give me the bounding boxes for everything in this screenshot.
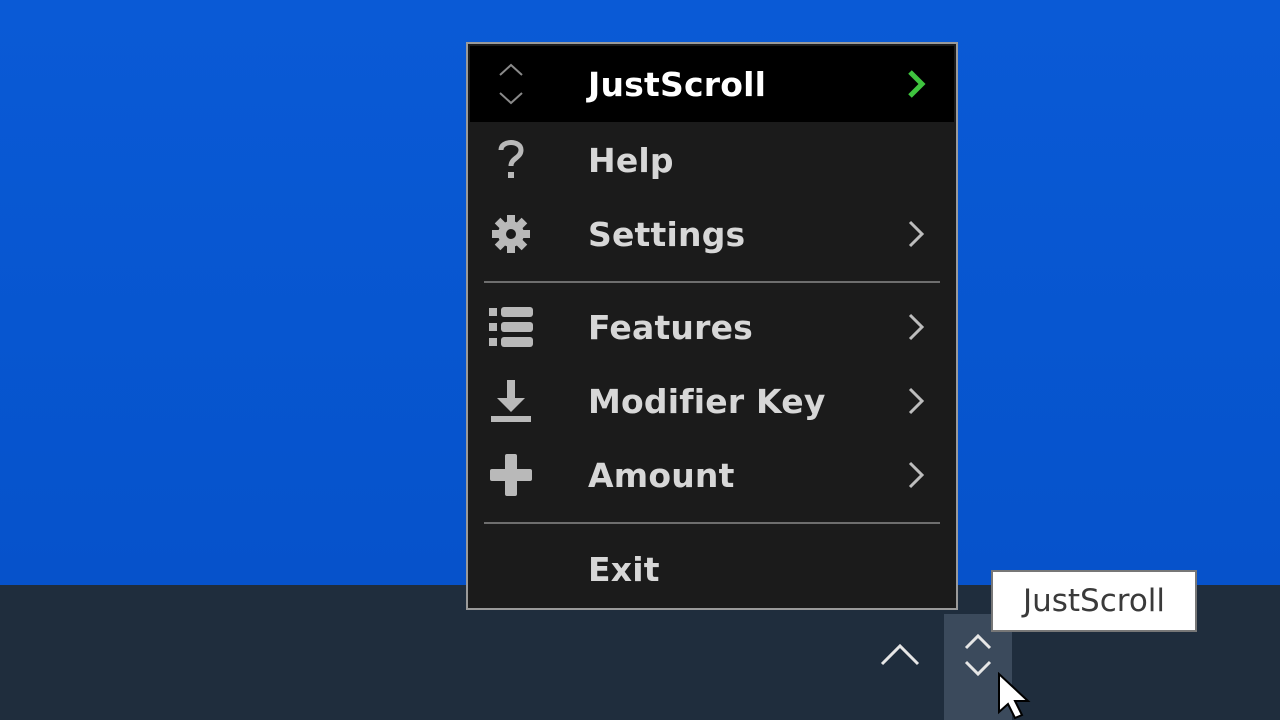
chevron-right-icon [904, 458, 928, 492]
question-icon [486, 135, 536, 185]
chevron-up-icon [880, 643, 920, 666]
menu-item-label: Help [588, 140, 674, 180]
menu-item-label: Settings [588, 214, 746, 254]
chevron-right-icon [904, 384, 928, 418]
scroll-updown-icon [964, 633, 992, 677]
context-menu: JustScroll Help Settings Features Modifi… [466, 42, 958, 610]
menu-item-modifier-key[interactable]: Modifier Key [470, 364, 954, 438]
plus-icon [486, 450, 536, 500]
chevron-right-icon [904, 67, 928, 101]
menu-separator [484, 281, 940, 283]
menu-item-label: Modifier Key [588, 381, 826, 421]
menu-item-justscroll[interactable]: JustScroll [470, 46, 954, 122]
menu-item-label: Exit [588, 549, 660, 589]
menu-header-label: JustScroll [588, 64, 767, 104]
gear-icon [486, 209, 536, 259]
menu-item-help[interactable]: Help [470, 123, 954, 197]
chevron-right-icon [904, 310, 928, 344]
tray-overflow-button[interactable] [872, 626, 928, 682]
list-icon [486, 302, 536, 352]
menu-item-settings[interactable]: Settings [470, 197, 954, 271]
menu-item-label: Features [588, 307, 754, 347]
menu-item-amount[interactable]: Amount [470, 438, 954, 512]
mouse-cursor-icon [998, 672, 1031, 720]
scroll-updown-icon [486, 59, 536, 109]
tooltip-text: JustScroll [1022, 583, 1166, 619]
menu-separator [484, 522, 940, 524]
menu-item-features[interactable]: Features [470, 290, 954, 364]
download-icon [486, 376, 536, 426]
chevron-right-icon [904, 217, 928, 251]
tray-tooltip: JustScroll [991, 570, 1197, 632]
menu-item-exit[interactable]: Exit [470, 532, 954, 606]
menu-item-label: Amount [588, 455, 735, 495]
